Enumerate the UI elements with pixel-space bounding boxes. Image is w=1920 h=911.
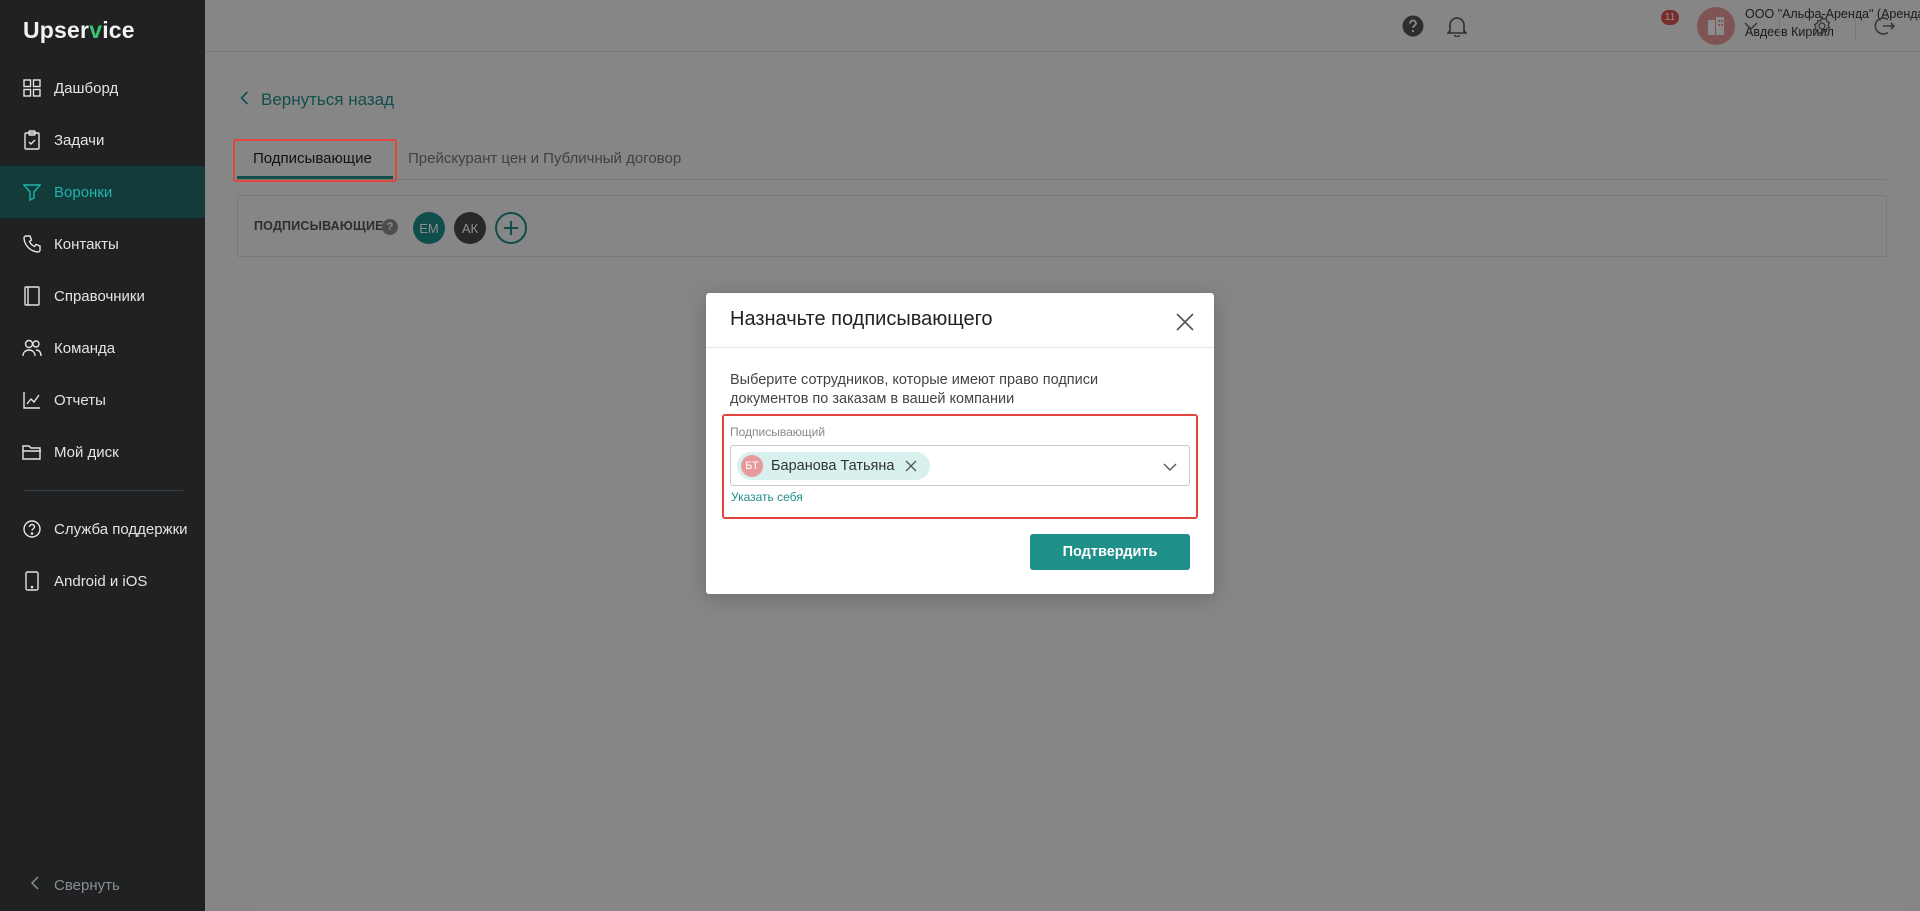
sidebar-item-label: Справочники	[54, 287, 145, 305]
assign-signer-modal: Назначьте подписывающего Выберите сотруд…	[706, 293, 1214, 594]
book-icon	[22, 286, 42, 306]
sidebar-item-funnels[interactable]: Воронки	[0, 166, 205, 218]
tab-highlight-annotation	[233, 139, 397, 182]
collapse-sidebar-button[interactable]: Свернуть	[30, 876, 120, 894]
sidebar-nav: Дашборд Задачи Воронки Контакты Справочн…	[0, 62, 205, 607]
team-icon	[22, 338, 42, 358]
avatar: БТ	[741, 455, 763, 477]
app-logo[interactable]: Upservice	[23, 17, 135, 44]
modal-title: Назначьте подписывающего	[730, 308, 993, 330]
signer-select[interactable]: БТ Баранова Татьяна	[730, 445, 1190, 486]
help-icon	[22, 519, 42, 539]
sidebar: Upservice Дашборд Задачи Воронки Контакт…	[0, 0, 205, 911]
sidebar-item-references[interactable]: Справочники	[0, 270, 205, 322]
sidebar-item-contacts[interactable]: Контакты	[0, 218, 205, 270]
modal-divider	[706, 347, 1214, 348]
assign-self-link[interactable]: Указать себя	[731, 490, 803, 504]
sidebar-item-reports[interactable]: Отчеты	[0, 374, 205, 426]
sidebar-item-label: Воронки	[54, 183, 113, 201]
chart-icon	[22, 390, 42, 410]
remove-chip-button[interactable]	[904, 459, 918, 473]
selected-signer-chip: БТ Баранова Татьяна	[737, 452, 931, 480]
sidebar-item-label: Контакты	[54, 235, 119, 253]
signer-field-label: Подписывающий	[730, 425, 826, 439]
modal-description: Выберите сотрудников, которые имеют прав…	[730, 372, 1099, 407]
sidebar-item-support[interactable]: Служба поддержки	[0, 503, 205, 555]
sidebar-divider	[23, 490, 183, 491]
sidebar-item-my-disk[interactable]: Мой диск	[0, 426, 205, 478]
collapse-label: Свернуть	[54, 876, 120, 894]
funnel-icon	[22, 182, 42, 202]
dashboard-icon	[22, 78, 42, 98]
sidebar-item-label: Команда	[54, 339, 116, 357]
phone-icon	[22, 234, 42, 254]
tasks-icon	[22, 130, 42, 150]
close-icon	[1176, 313, 1194, 331]
chevron-left-icon	[30, 876, 40, 894]
sidebar-item-team[interactable]: Команда	[0, 322, 205, 374]
sidebar-item-label: Android и iOS	[54, 572, 148, 590]
sidebar-item-label: Задачи	[54, 131, 105, 149]
sidebar-item-dashboard[interactable]: Дашборд	[0, 62, 205, 114]
sidebar-item-label: Дашборд	[54, 79, 119, 97]
chip-label: Баранова Татьяна	[771, 458, 895, 474]
chevron-down-icon	[1163, 459, 1177, 477]
sidebar-item-tasks[interactable]: Задачи	[0, 114, 205, 166]
sidebar-item-label: Мой диск	[54, 443, 119, 461]
sidebar-item-mobile[interactable]: Android и iOS	[0, 555, 205, 607]
mobile-icon	[22, 571, 42, 591]
sidebar-item-label: Отчеты	[54, 391, 106, 409]
sidebar-item-label: Служба поддержки	[54, 520, 188, 538]
folder-icon	[22, 442, 42, 462]
confirm-button[interactable]: Подтвердить	[1030, 534, 1190, 570]
modal-close-button[interactable]	[1172, 309, 1198, 335]
close-icon	[906, 460, 917, 472]
